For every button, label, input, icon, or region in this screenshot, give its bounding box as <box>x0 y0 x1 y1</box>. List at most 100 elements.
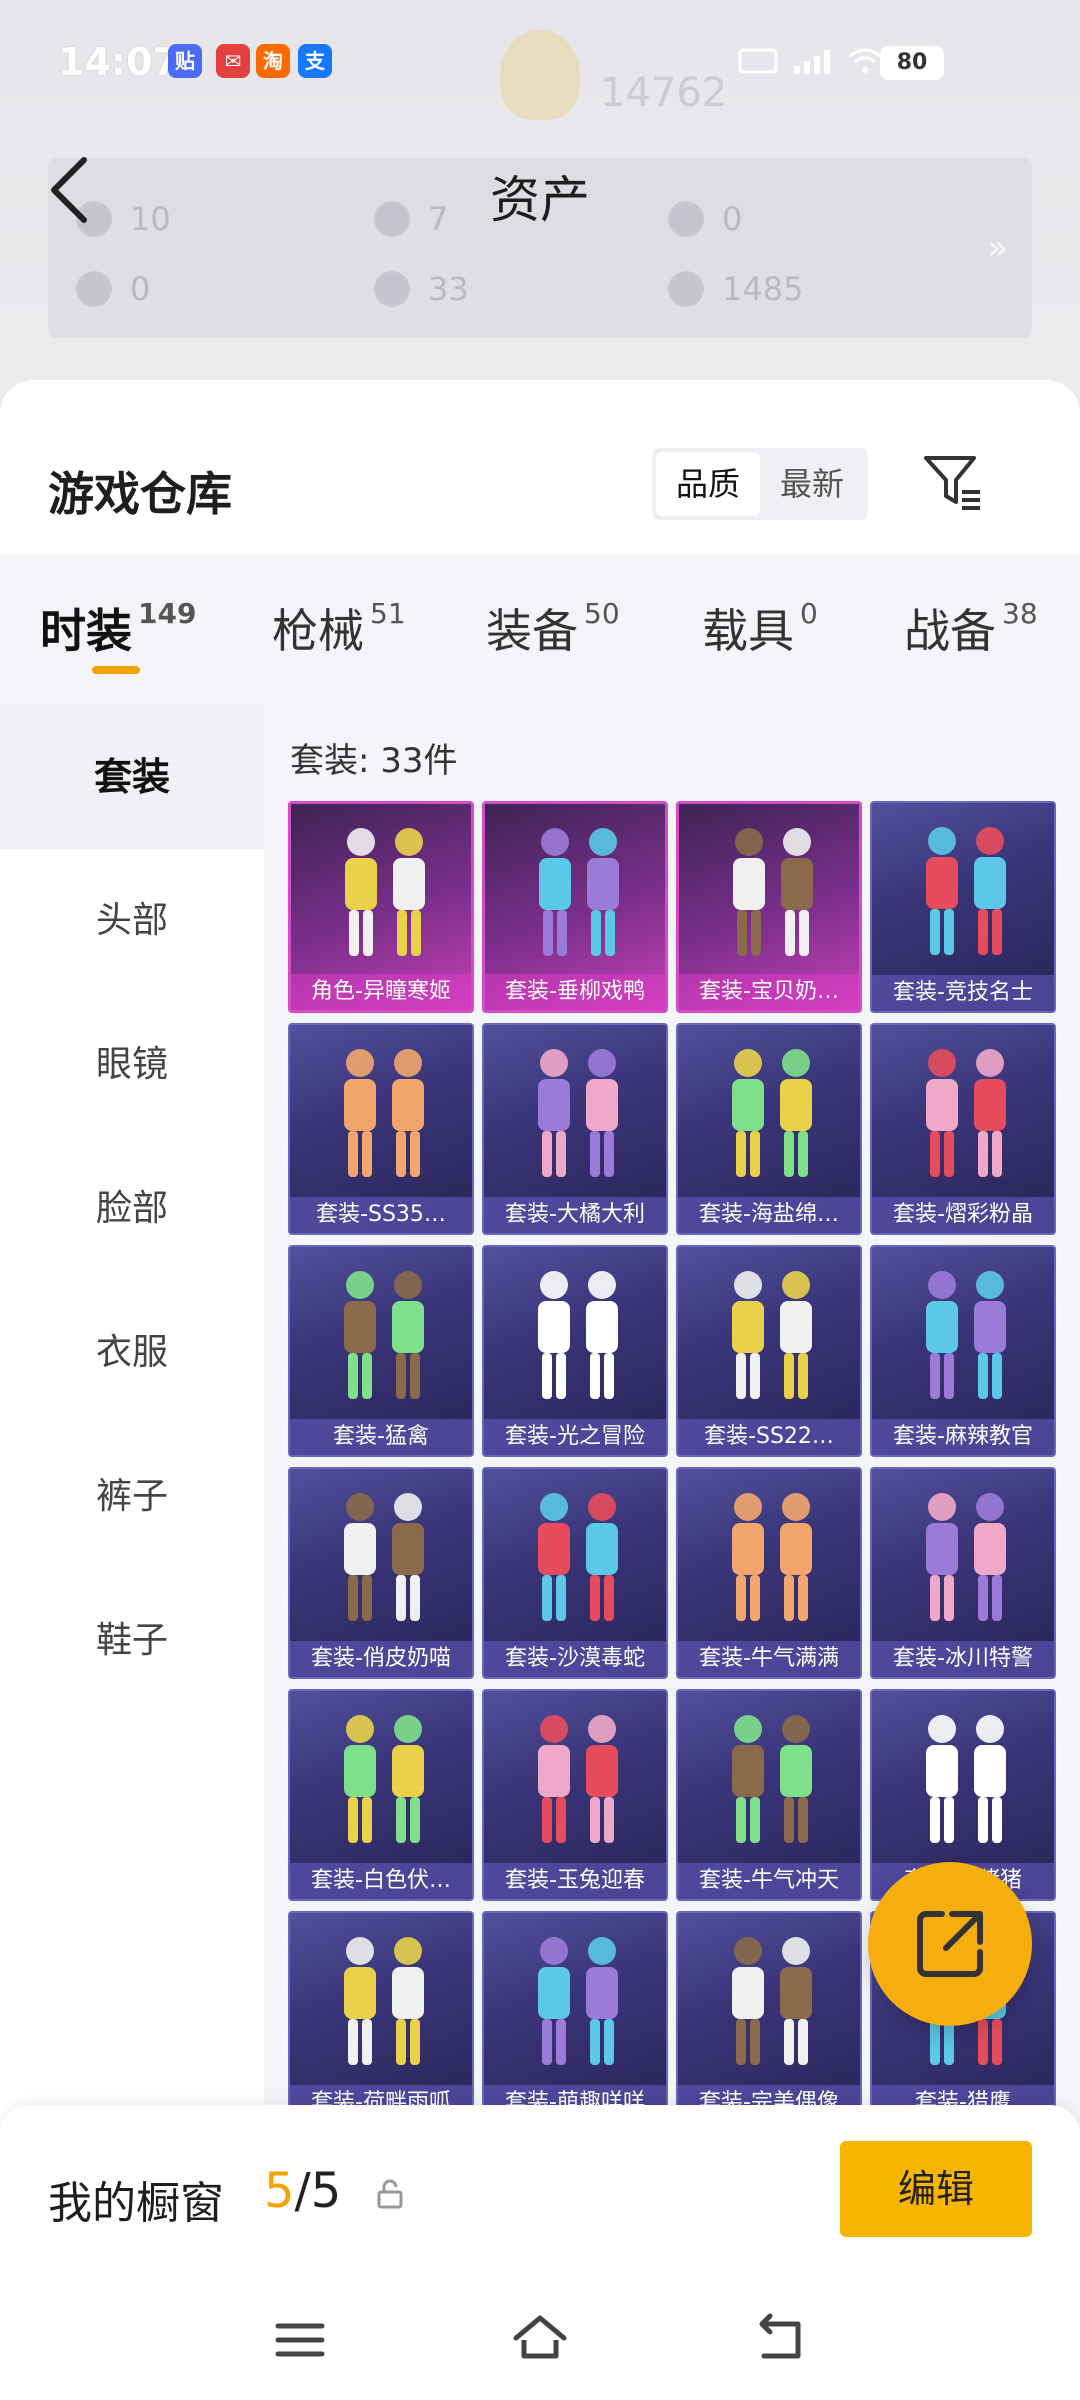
outfit-thumbnail-icon <box>732 1937 812 2065</box>
item-card-label: 套装-垂柳戏鸭 <box>485 974 665 1010</box>
sidebar-item-pants[interactable]: 裤子 <box>0 1425 264 1569</box>
asset-item: 33 <box>374 270 469 308</box>
asset-coin-icon <box>76 271 112 307</box>
item-card-label: 套装-大橘大利 <box>484 1197 666 1233</box>
outfit-thumbnail-icon <box>344 1715 424 1843</box>
tab-fashion[interactable]: 时装 149 <box>40 595 196 661</box>
outfit-thumbnail-icon <box>732 1493 812 1621</box>
share-button[interactable] <box>868 1862 1032 2026</box>
item-card[interactable]: 套装-大橘大利 <box>482 1023 668 1235</box>
item-card-label: 套装-竞技名士 <box>872 975 1054 1011</box>
outfit-thumbnail-icon <box>344 1271 424 1399</box>
outfit-thumbnail-icon <box>926 1715 1006 1843</box>
outfit-thumbnail-icon <box>538 1049 618 1177</box>
asset-item: 1485 <box>668 270 803 308</box>
item-card[interactable]: 套装-完美偶像 <box>676 1911 862 2123</box>
hd-icon <box>738 48 778 74</box>
item-card[interactable]: 套装-牛气满满 <box>676 1467 862 1679</box>
sidebar-item-shoes[interactable]: 鞋子 <box>0 1569 264 1713</box>
tab-equipment[interactable]: 装备 50 <box>486 595 620 661</box>
tab-supplies[interactable]: 战备 38 <box>904 595 1038 661</box>
item-card[interactable]: 套装-SS35… <box>288 1023 474 1235</box>
item-card[interactable]: 套装-萌趣咩咩 <box>482 1911 668 2123</box>
item-card[interactable]: 套装-沙漠毒蛇 <box>482 1467 668 1679</box>
sort-toggle: 品质 最新 <box>652 448 868 520</box>
outfit-thumbnail-icon <box>345 828 425 956</box>
item-card-label: 套装-牛气满满 <box>678 1641 860 1677</box>
filter-icon[interactable] <box>920 450 984 514</box>
sidebar-item-clothes[interactable]: 衣服 <box>0 1281 264 1425</box>
outfit-thumbnail-icon <box>344 1049 424 1177</box>
outfit-thumbnail-icon <box>733 828 813 956</box>
tab-vehicles[interactable]: 载具 0 <box>702 595 818 661</box>
alipay-icon: 支 <box>298 44 332 78</box>
item-card-label: 套装-白色伏… <box>290 1863 472 1899</box>
status-time: 14:07 <box>58 40 179 84</box>
item-card[interactable]: 套装-光之冒险 <box>482 1245 668 1457</box>
item-card-label: 套装-冰川特警 <box>872 1641 1054 1677</box>
back-icon[interactable] <box>752 2310 812 2370</box>
showcase-count: 5/5 <box>264 2163 342 2219</box>
item-count-label: 套装: 33件 <box>290 741 458 781</box>
item-card[interactable]: 套装-麻辣教官 <box>870 1245 1056 1457</box>
item-card[interactable]: 套装-海盐绵… <box>676 1023 862 1235</box>
item-card-label: 套装-宝贝奶… <box>679 974 859 1010</box>
signal-icon <box>794 50 830 74</box>
item-card-label: 套装-光之冒险 <box>484 1419 666 1455</box>
item-card[interactable]: 套装-冰川特警 <box>870 1467 1056 1679</box>
sort-option-newest[interactable]: 最新 <box>760 452 864 516</box>
message-icon: ✉ <box>216 44 250 78</box>
back-arrow-icon[interactable] <box>40 150 110 230</box>
outfit-thumbnail-icon <box>926 827 1006 955</box>
outfit-thumbnail-icon <box>344 1493 424 1621</box>
outfit-thumbnail-icon <box>926 1493 1006 1621</box>
item-card[interactable]: 套装-俏皮奶喵 <box>288 1467 474 1679</box>
item-card[interactable]: 套装-SS22… <box>676 1245 862 1457</box>
lock-icon <box>377 2179 403 2209</box>
item-card-label: 角色-异瞳寒姬 <box>291 974 471 1010</box>
battery-indicator: 80 <box>880 46 944 80</box>
item-card[interactable]: 套装-猛禽 <box>288 1245 474 1457</box>
page-title: 资产 <box>490 171 590 229</box>
menu-icon[interactable] <box>270 2310 330 2370</box>
share-icon <box>917 1911 983 1977</box>
item-card[interactable]: 套装-宝贝奶… <box>676 801 862 1013</box>
sidebar-item-head[interactable]: 头部 <box>0 849 264 993</box>
sidebar-item-outfit[interactable]: 套装 <box>0 705 264 849</box>
item-card[interactable]: 套装-熠彩粉晶 <box>870 1023 1056 1235</box>
item-card[interactable]: 套装-竞技名士 <box>870 801 1056 1013</box>
tab-guns[interactable]: 枪械 51 <box>272 595 406 661</box>
outfit-thumbnail-icon <box>539 828 619 956</box>
outfit-thumbnail-icon <box>732 1049 812 1177</box>
item-card[interactable]: 套装-荷畔雨呱 <box>288 1911 474 2123</box>
item-card-label: 套装-SS22… <box>678 1419 860 1455</box>
item-card-label: 套装-俏皮奶喵 <box>290 1641 472 1677</box>
chevron-right-icon[interactable]: » <box>987 228 1008 268</box>
outfit-thumbnail-icon <box>732 1715 812 1843</box>
sidebar-item-glasses[interactable]: 眼镜 <box>0 993 264 1137</box>
item-card-label: 套装-猛禽 <box>290 1419 472 1455</box>
outfit-thumbnail-icon <box>926 1049 1006 1177</box>
sort-option-quality[interactable]: 品质 <box>656 452 760 516</box>
outfit-thumbnail-icon <box>344 1937 424 2065</box>
item-card-label: 套装-SS35… <box>290 1197 472 1233</box>
home-icon[interactable] <box>510 2310 570 2370</box>
edit-button[interactable]: 编辑 <box>840 2141 1032 2237</box>
outfit-thumbnail-icon <box>538 1937 618 2065</box>
item-card-label: 套装-熠彩粉晶 <box>872 1197 1054 1233</box>
item-card-label: 套装-沙漠毒蛇 <box>484 1641 666 1677</box>
sidebar-item-face[interactable]: 脸部 <box>0 1137 264 1281</box>
item-card-label: 套装-牛气冲天 <box>678 1863 860 1899</box>
category-tabs: 时装 149 枪械 51 装备 50 载具 0 战备 38 <box>0 555 1080 705</box>
outfit-thumbnail-icon <box>538 1715 618 1843</box>
item-card[interactable]: 角色-异瞳寒姬 <box>288 801 474 1013</box>
category-sidebar: 套装 头部 眼镜 脸部 衣服 裤子 鞋子 <box>0 705 264 2105</box>
item-card[interactable]: 套装-垂柳戏鸭 <box>482 801 668 1013</box>
wifi-icon <box>849 48 881 73</box>
outfit-thumbnail-icon <box>538 1271 618 1399</box>
item-card[interactable]: 套装-牛气冲天 <box>676 1689 862 1901</box>
item-card[interactable]: 套装-白色伏… <box>288 1689 474 1901</box>
item-card[interactable]: 套装-玉兔迎春 <box>482 1689 668 1901</box>
asset-coin-icon <box>668 271 704 307</box>
warehouse-sheet: 游戏仓库 品质 最新 时装 149 枪械 51 装备 50 载具 0 战备 38 套装 头… <box>0 380 1080 2400</box>
